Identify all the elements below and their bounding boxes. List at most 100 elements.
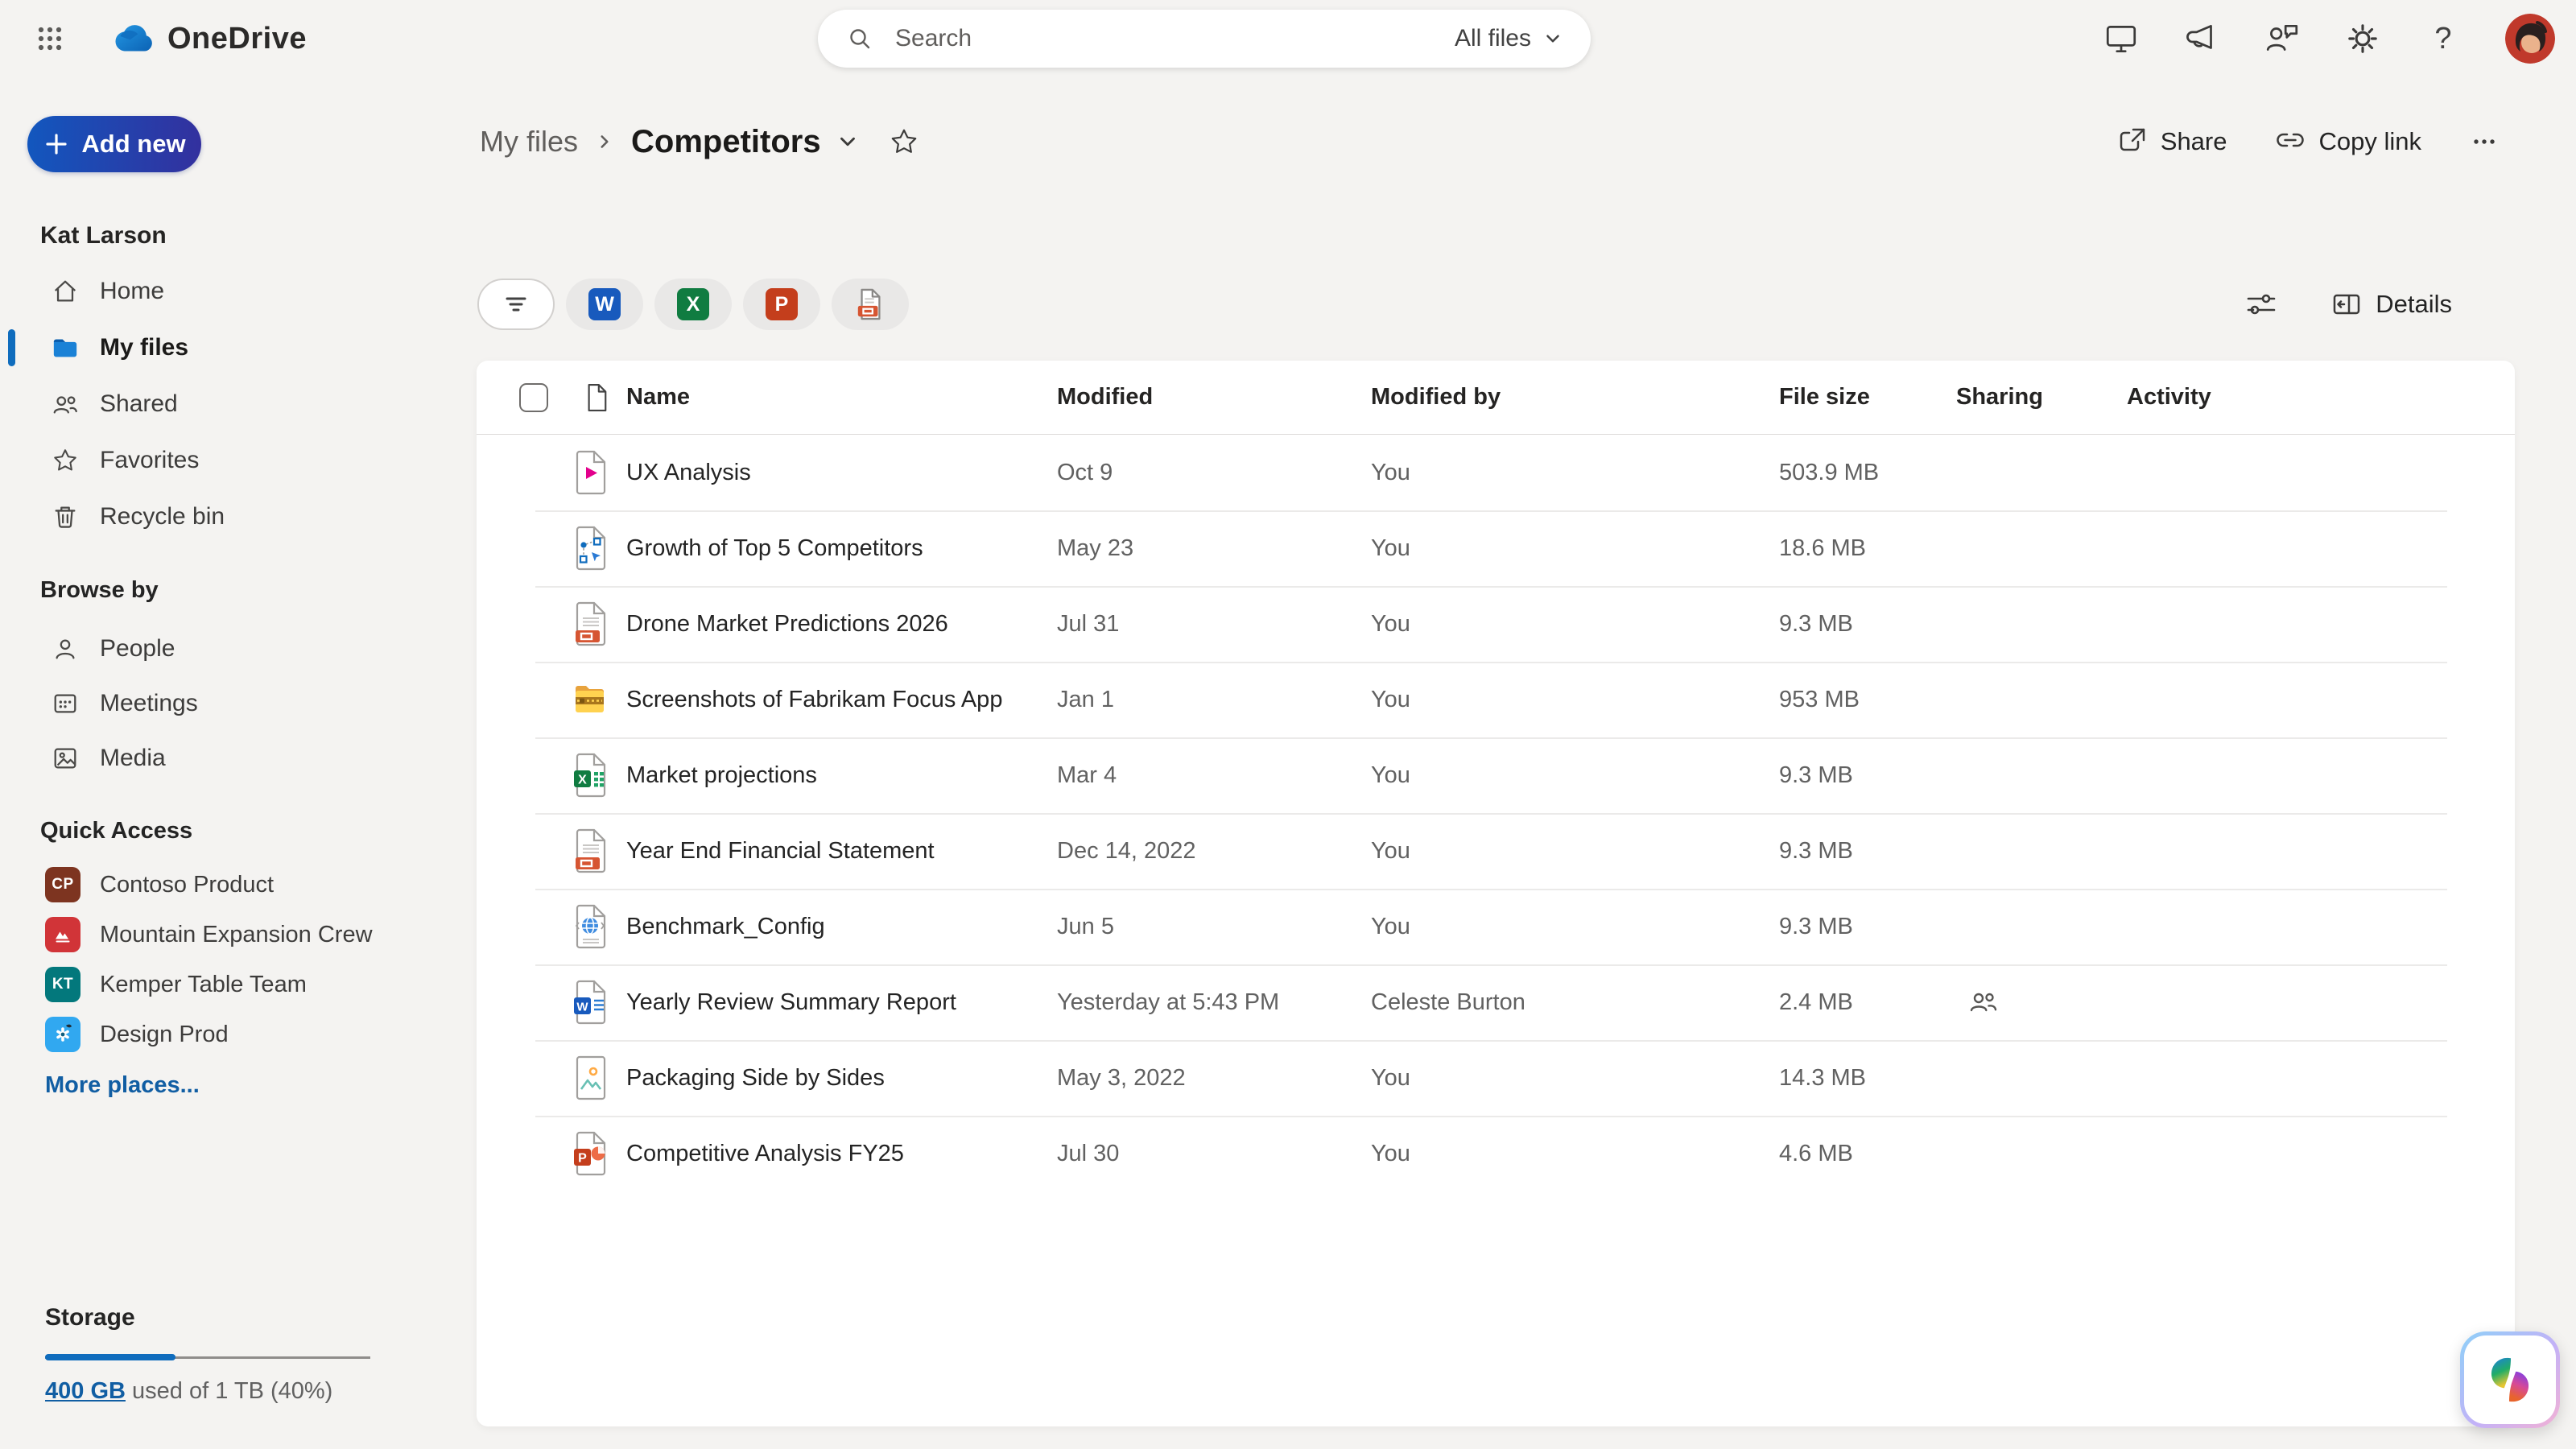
sidebar-item-my-files[interactable]: My files xyxy=(0,320,451,376)
file-modified-by: You xyxy=(1371,1065,1779,1092)
column-header-modified-by[interactable]: Modified by xyxy=(1371,384,1779,411)
breadcrumb-parent[interactable]: My files xyxy=(480,125,578,159)
help-icon[interactable]: ? xyxy=(2425,20,2462,57)
people-icon xyxy=(52,390,79,418)
column-header-activity[interactable]: Activity xyxy=(2127,384,2515,411)
table-row[interactable]: X Market projections Mar 4 You 9.3 MB xyxy=(477,737,2515,813)
trash-icon xyxy=(52,503,79,530)
device-monitor-icon[interactable] xyxy=(2103,20,2140,57)
add-new-button[interactable]: Add new xyxy=(27,116,201,172)
storage-used-link[interactable]: 400 GB xyxy=(45,1378,126,1404)
folder-menu-chevron-icon[interactable] xyxy=(836,130,860,154)
image-icon xyxy=(52,745,79,772)
topbar-icon-group: ? xyxy=(2103,0,2555,77)
table-row[interactable]: Drone Market Predictions 2026 Jul 31 You… xyxy=(477,586,2515,662)
file-modified-by: You xyxy=(1371,838,1779,865)
filter-word-button[interactable]: W xyxy=(566,279,643,330)
megaphone-icon[interactable] xyxy=(2183,20,2220,57)
file-type-column-icon[interactable] xyxy=(584,382,609,413)
details-label: Details xyxy=(2376,290,2452,319)
sidebar-item-favorites[interactable]: Favorites xyxy=(0,432,451,489)
app-launcher-button[interactable] xyxy=(24,13,76,64)
file-modified-by: Celeste Burton xyxy=(1371,989,1779,1016)
sidebar-item-shared[interactable]: Shared xyxy=(0,376,451,432)
sort-options-icon[interactable] xyxy=(2244,287,2279,322)
owner-name: Kat Larson xyxy=(40,222,451,250)
sidebar-item-meetings[interactable]: Meetings xyxy=(0,676,451,731)
table-row[interactable]: P Competitive Analysis FY25 Jul 30 You 4… xyxy=(477,1116,2515,1191)
quick-access-item-mountain-expansion-crew[interactable]: Mountain Expansion Crew xyxy=(0,910,451,960)
select-all-checkbox[interactable] xyxy=(519,383,548,412)
selected-indicator xyxy=(8,329,15,366)
file-name: UX Analysis xyxy=(626,460,1057,486)
file-size: 14.3 MB xyxy=(1779,1065,1956,1092)
filter-button[interactable] xyxy=(477,279,555,330)
breadcrumb-current[interactable]: Competitors xyxy=(631,124,821,160)
settings-gear-icon[interactable] xyxy=(2344,20,2381,57)
filter-pdf-button[interactable] xyxy=(832,279,909,330)
quick-access-item-kemper-table-team[interactable]: KT Kemper Table Team xyxy=(0,960,451,1009)
sidebar-item-label: My files xyxy=(100,334,188,361)
file-modified: May 23 xyxy=(1057,535,1371,562)
search-input[interactable]: Search All files xyxy=(818,10,1591,68)
file-name: Growth of Top 5 Competitors xyxy=(626,535,1057,562)
site-badge: KT xyxy=(45,967,80,1002)
column-header-file-size[interactable]: File size xyxy=(1779,384,1956,411)
excel-icon: X xyxy=(677,288,709,320)
user-avatar[interactable] xyxy=(2505,14,2555,64)
svg-text:X: X xyxy=(578,774,587,787)
more-places-link[interactable]: More places... xyxy=(45,1072,200,1100)
details-button[interactable]: Details xyxy=(2330,288,2452,320)
filter-excel-button[interactable]: X xyxy=(654,279,732,330)
quick-access-item-contoso-product[interactable]: CP Contoso Product xyxy=(0,860,451,910)
share-button[interactable]: Share xyxy=(2116,126,2227,158)
file-name: Market projections xyxy=(626,762,1057,789)
sidebar-item-label: Home xyxy=(100,278,164,305)
column-header-modified[interactable]: Modified xyxy=(1057,384,1371,411)
file-size: 18.6 MB xyxy=(1779,535,1956,562)
folder-actions: Share Copy link xyxy=(2116,126,2515,158)
home-icon xyxy=(52,278,79,305)
file-modified: Yesterday at 5:43 PM xyxy=(1057,989,1371,1016)
pdf-icon xyxy=(855,287,886,321)
sidebar-item-home[interactable]: Home xyxy=(0,263,451,320)
sidebar-item-media[interactable]: Media xyxy=(0,731,451,786)
table-row[interactable]: UX Analysis Oct 9 You 503.9 MB xyxy=(477,435,2515,510)
svg-text:W: W xyxy=(576,1001,588,1014)
file-modified: Dec 14, 2022 xyxy=(1057,838,1371,865)
table-row[interactable]: Screenshots of Fabrikam Focus App Jan 1 … xyxy=(477,662,2515,737)
favorite-star-icon[interactable] xyxy=(889,126,919,157)
table-row[interactable]: Benchmark_Config Jun 5 You 9.3 MB xyxy=(477,889,2515,964)
filter-powerpoint-button[interactable]: P xyxy=(743,279,820,330)
file-name: Drone Market Predictions 2026 xyxy=(626,611,1057,638)
table-row[interactable]: Packaging Side by Sides May 3, 2022 You … xyxy=(477,1040,2515,1116)
diagram-file-icon xyxy=(573,526,609,571)
sidebar-item-people[interactable]: People xyxy=(0,621,451,676)
main-content: My files Competitors Share Copy link xyxy=(451,77,2576,1449)
ellipsis-icon xyxy=(2468,126,2500,158)
sidebar-item-recycle-bin[interactable]: Recycle bin xyxy=(0,489,451,545)
onedrive-brand[interactable]: OneDrive xyxy=(106,22,307,56)
copy-link-button[interactable]: Copy link xyxy=(2274,126,2422,158)
quick-access-item-design-prod[interactable]: Design Prod xyxy=(0,1009,451,1059)
breadcrumb-row: My files Competitors Share Copy link xyxy=(480,113,2515,171)
pdf-file-icon xyxy=(573,601,609,646)
pdf-file-icon xyxy=(573,828,609,873)
table-row[interactable]: Year End Financial Statement Dec 14, 202… xyxy=(477,813,2515,889)
primary-nav: Home My files Shared Favorites Recycl xyxy=(0,263,451,545)
details-pane-icon xyxy=(2330,288,2363,320)
table-row[interactable]: Growth of Top 5 Competitors May 23 You 1… xyxy=(477,510,2515,586)
sharing-people-icon[interactable] xyxy=(1967,986,2127,1018)
person-feedback-icon[interactable] xyxy=(2264,20,2301,57)
copilot-button[interactable] xyxy=(2460,1331,2560,1428)
share-icon xyxy=(2116,126,2148,158)
sidebar-item-label: Media xyxy=(100,745,166,772)
file-modified-by: You xyxy=(1371,914,1779,940)
excel-file-icon: X xyxy=(573,753,609,798)
column-header-name[interactable]: Name xyxy=(626,384,1057,411)
column-header-sharing[interactable]: Sharing xyxy=(1956,384,2127,411)
table-row[interactable]: W Yearly Review Summary Report Yesterday… xyxy=(477,964,2515,1040)
search-scope-dropdown[interactable]: All files xyxy=(1455,25,1563,52)
sidebar: Add new Kat Larson Home My files Shared xyxy=(0,77,451,1449)
more-actions-button[interactable] xyxy=(2468,126,2500,158)
